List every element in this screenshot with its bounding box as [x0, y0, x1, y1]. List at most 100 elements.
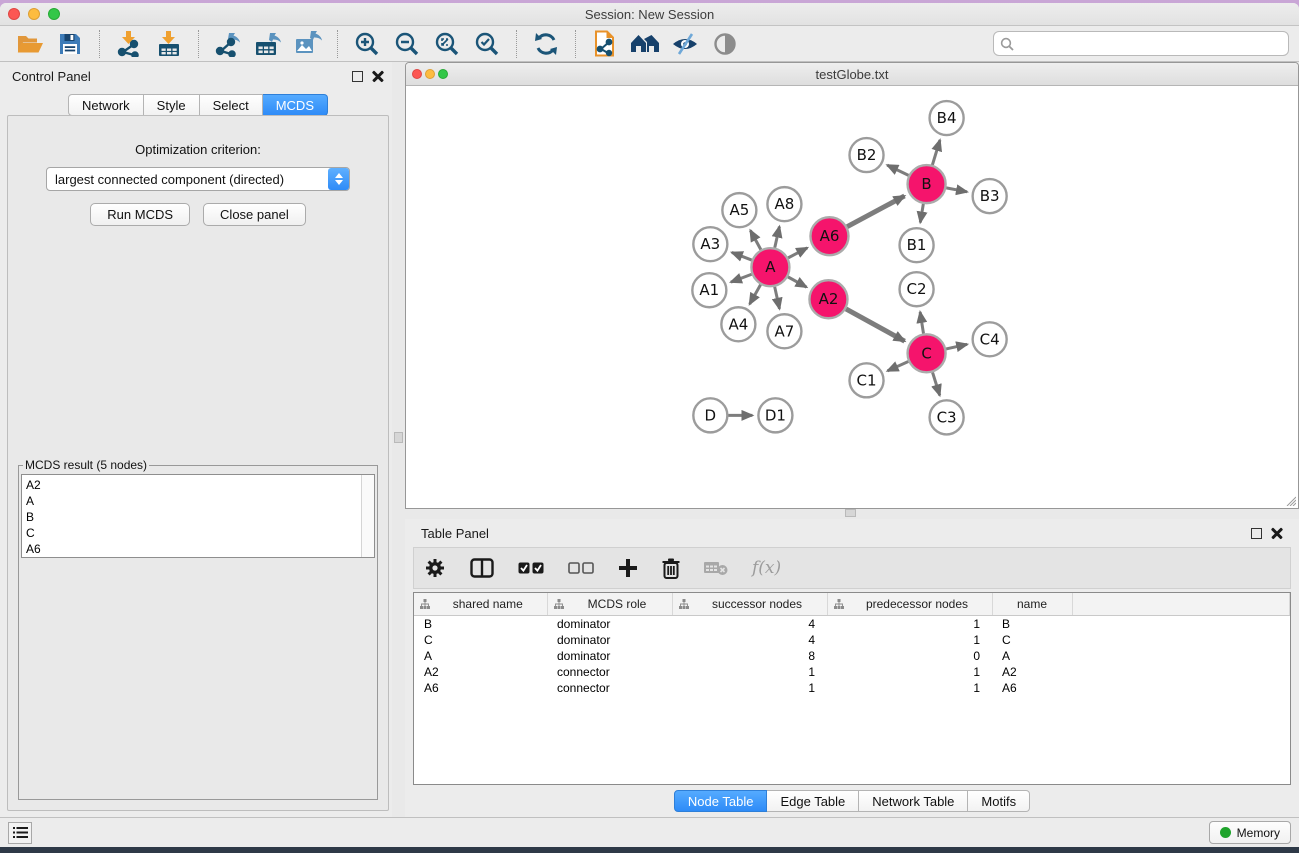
table-cell[interactable]: A6: [414, 680, 547, 696]
graph-edge-A-A5[interactable]: [750, 230, 760, 249]
graph-edge-A6-B[interactable]: [847, 196, 904, 227]
graph-node-D1[interactable]: D1: [758, 398, 792, 432]
import-network-icon[interactable]: [114, 30, 144, 58]
mcds-result-list[interactable]: A2ABCA6: [21, 474, 375, 558]
memory-button[interactable]: Memory: [1209, 821, 1291, 844]
graph-node-B4[interactable]: B4: [930, 101, 964, 135]
column-header-name[interactable]: name: [992, 593, 1072, 615]
select-all-icon[interactable]: [518, 562, 544, 574]
graph-edge-A-A2[interactable]: [788, 277, 807, 287]
graph-node-B2[interactable]: B2: [849, 138, 883, 172]
column-header-shared-name[interactable]: shared name: [414, 593, 547, 615]
column-header-successor-nodes[interactable]: successor nodes: [672, 593, 827, 615]
table-cell[interactable]: 4: [672, 615, 827, 632]
control-panel-float-icon[interactable]: [352, 71, 363, 82]
export-network-icon[interactable]: [213, 30, 243, 58]
close-panel-button[interactable]: Close panel: [203, 203, 306, 226]
table-cell[interactable]: 0: [827, 648, 992, 664]
table-cell[interactable]: A: [414, 648, 547, 664]
graph-node-C4[interactable]: C4: [973, 322, 1007, 356]
table-cell[interactable]: 1: [672, 680, 827, 696]
window-resize-grip[interactable]: [1283, 493, 1296, 506]
deselect-all-icon[interactable]: [568, 562, 594, 574]
graph-edge-B-B3[interactable]: [946, 188, 967, 192]
delete-column-trash-icon[interactable]: [662, 558, 680, 579]
tab-style[interactable]: Style: [144, 94, 200, 116]
mcds-result-item[interactable]: B: [26, 509, 374, 525]
table-panel-close-icon[interactable]: [1271, 527, 1283, 539]
graph-node-C1[interactable]: C1: [849, 363, 883, 397]
split-pane-divider-horizontal[interactable]: [405, 509, 1299, 519]
tab-select[interactable]: Select: [200, 94, 263, 116]
graph-edge-B-B2[interactable]: [887, 165, 908, 175]
graph-node-B[interactable]: B: [908, 165, 946, 203]
tab-mcds[interactable]: MCDS: [263, 94, 328, 116]
graph-node-B1[interactable]: B1: [900, 228, 934, 262]
table-cell[interactable]: B: [414, 615, 547, 632]
hide-selected-eye-icon[interactable]: [670, 30, 700, 58]
graph-node-A6[interactable]: A6: [810, 217, 848, 255]
export-table-icon[interactable]: [253, 30, 283, 58]
table-cell[interactable]: B: [992, 615, 1072, 632]
table-row[interactable]: Bdominator41B: [414, 615, 1290, 632]
table-cell[interactable]: 8: [672, 648, 827, 664]
show-all-eye-icon[interactable]: [710, 30, 740, 58]
graph-node-A3[interactable]: A3: [693, 227, 727, 261]
save-session-icon[interactable]: [55, 30, 85, 58]
graph-node-A4[interactable]: A4: [721, 307, 755, 341]
import-table-icon[interactable]: [154, 30, 184, 58]
tab-edge-table[interactable]: Edge Table: [767, 790, 859, 812]
graph-node-A1[interactable]: A1: [692, 273, 726, 307]
graph-node-A7[interactable]: A7: [767, 314, 801, 348]
graph-node-A5[interactable]: A5: [722, 193, 756, 227]
search-input[interactable]: [1018, 37, 1282, 51]
table-panel-float-icon[interactable]: [1251, 528, 1262, 539]
table-cell[interactable]: A2: [414, 664, 547, 680]
graph-node-D[interactable]: D: [693, 398, 727, 432]
graph-edge-C-C3[interactable]: [933, 372, 940, 395]
criterion-dropdown[interactable]: largest connected component (directed): [46, 167, 350, 191]
task-history-button[interactable]: [8, 822, 32, 844]
table-cell[interactable]: dominator: [547, 632, 672, 648]
table-row[interactable]: A6connector11A6: [414, 680, 1290, 696]
mcds-result-item[interactable]: A: [26, 493, 374, 509]
tab-node-table[interactable]: Node Table: [674, 790, 768, 812]
list-scrollbar[interactable]: [361, 475, 374, 557]
graph-edge-A-A3[interactable]: [732, 252, 752, 260]
divider-handle[interactable]: [845, 509, 856, 517]
run-mcds-button[interactable]: Run MCDS: [90, 203, 190, 226]
graph-node-C[interactable]: C: [908, 334, 946, 372]
table-cell[interactable]: connector: [547, 680, 672, 696]
add-column-icon[interactable]: [618, 558, 638, 578]
network-from-file-icon[interactable]: [590, 30, 620, 58]
table-cell[interactable]: C: [414, 632, 547, 648]
graph-edge-A-A4[interactable]: [750, 285, 761, 305]
table-cell[interactable]: 4: [672, 632, 827, 648]
table-cell[interactable]: 1: [827, 664, 992, 680]
graph-node-B3[interactable]: B3: [973, 179, 1007, 213]
settings-gear-icon[interactable]: [424, 557, 446, 579]
tab-motifs[interactable]: Motifs: [968, 790, 1030, 812]
graph-edge-A-A1[interactable]: [731, 274, 752, 282]
tab-network-table[interactable]: Network Table: [859, 790, 968, 812]
graph-edge-A-A7[interactable]: [775, 287, 780, 309]
control-panel-close-icon[interactable]: [372, 70, 384, 82]
table-cell[interactable]: connector: [547, 664, 672, 680]
divider-handle[interactable]: [394, 432, 403, 443]
network-window-titlebar[interactable]: testGlobe.txt: [406, 63, 1298, 86]
table-row[interactable]: Adominator80A: [414, 648, 1290, 664]
graph-node-C3[interactable]: C3: [930, 400, 964, 434]
graph-node-C2[interactable]: C2: [900, 272, 934, 306]
table-cell[interactable]: dominator: [547, 648, 672, 664]
graph-edge-A-A6[interactable]: [788, 248, 807, 258]
zoom-fit-icon[interactable]: [432, 30, 462, 58]
table-row[interactable]: Cdominator41C: [414, 632, 1290, 648]
mcds-result-item[interactable]: A2: [26, 477, 374, 493]
zoom-out-icon[interactable]: [392, 30, 422, 58]
export-image-icon[interactable]: [293, 30, 323, 58]
mcds-result-item[interactable]: C: [26, 525, 374, 541]
graph-node-A[interactable]: A: [751, 248, 789, 286]
table-cell[interactable]: 1: [827, 680, 992, 696]
graph-node-A8[interactable]: A8: [767, 187, 801, 221]
split-pane-divider-vertical[interactable]: [392, 62, 405, 817]
